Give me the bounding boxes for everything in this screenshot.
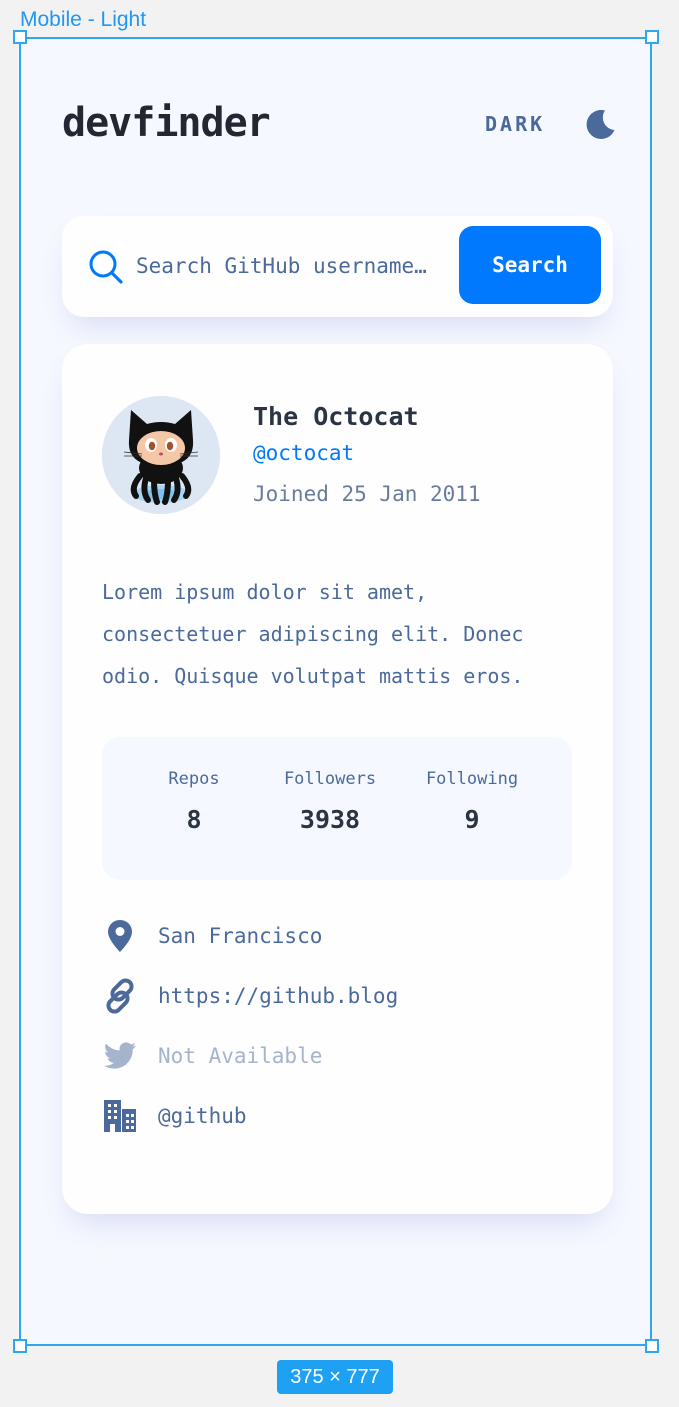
selection-handle[interactable] <box>13 30 27 44</box>
location-row: San Francisco <box>102 916 322 956</box>
profile-login-link[interactable]: @octocat <box>253 441 354 465</box>
search-input[interactable] <box>136 246 452 286</box>
selection-handle[interactable] <box>645 30 659 44</box>
twitter-icon <box>102 1038 138 1074</box>
stats-panel: Repos 8 Followers 3938 Following 9 <box>102 737 572 880</box>
avatar <box>102 396 220 514</box>
selection-handle[interactable] <box>13 1339 27 1353</box>
frame-label: Mobile - Light <box>20 8 147 31</box>
stat-repos: Repos 8 <box>154 769 234 834</box>
selection-handle[interactable] <box>645 1339 659 1353</box>
stat-followers-value: 3938 <box>299 805 361 834</box>
company-text: @github <box>158 1104 247 1128</box>
stat-following: Following 9 <box>416 769 528 834</box>
stat-followers-label: Followers <box>283 769 377 789</box>
mobile-frame: devfinder DARK Search GitHub username… S… <box>19 37 652 1346</box>
theme-toggle-label: DARK <box>485 112 546 136</box>
search-button[interactable]: Search <box>459 226 601 304</box>
stat-followers: Followers 3938 <box>274 769 386 834</box>
twitter-row: Not Available <box>102 1036 322 1076</box>
profile-card: The Octocat @octocat Joined 25 Jan 2011 … <box>62 344 613 1214</box>
building-icon <box>102 1098 138 1134</box>
blog-row[interactable]: https://github.blog <box>102 976 398 1016</box>
twitter-text: Not Available <box>158 1044 323 1068</box>
link-icon <box>102 978 138 1014</box>
blog-link[interactable]: https://github.blog <box>158 984 398 1008</box>
stat-following-label: Following <box>425 769 519 789</box>
search-bar: Search <box>62 216 613 317</box>
location-pin-icon <box>102 918 138 954</box>
app-logo: devfinder <box>62 100 271 146</box>
stat-repos-value: 8 <box>186 805 202 834</box>
stat-repos-label: Repos <box>168 769 220 789</box>
profile-bio: Lorem ipsum dolor sit amet, consectetuer… <box>102 580 524 688</box>
company-row: @github <box>102 1096 247 1136</box>
search-icon <box>88 249 124 285</box>
stat-following-value: 9 <box>464 805 480 834</box>
moon-icon <box>583 107 617 141</box>
frame-size-badge: 375 × 777 <box>277 1360 393 1394</box>
profile-joined-date: Joined 25 Jan 2011 <box>253 482 481 506</box>
theme-toggle-button[interactable]: DARK <box>485 103 617 145</box>
location-text: San Francisco <box>158 924 323 948</box>
profile-name: The Octocat <box>253 402 419 431</box>
octocat-avatar-image <box>102 396 220 514</box>
